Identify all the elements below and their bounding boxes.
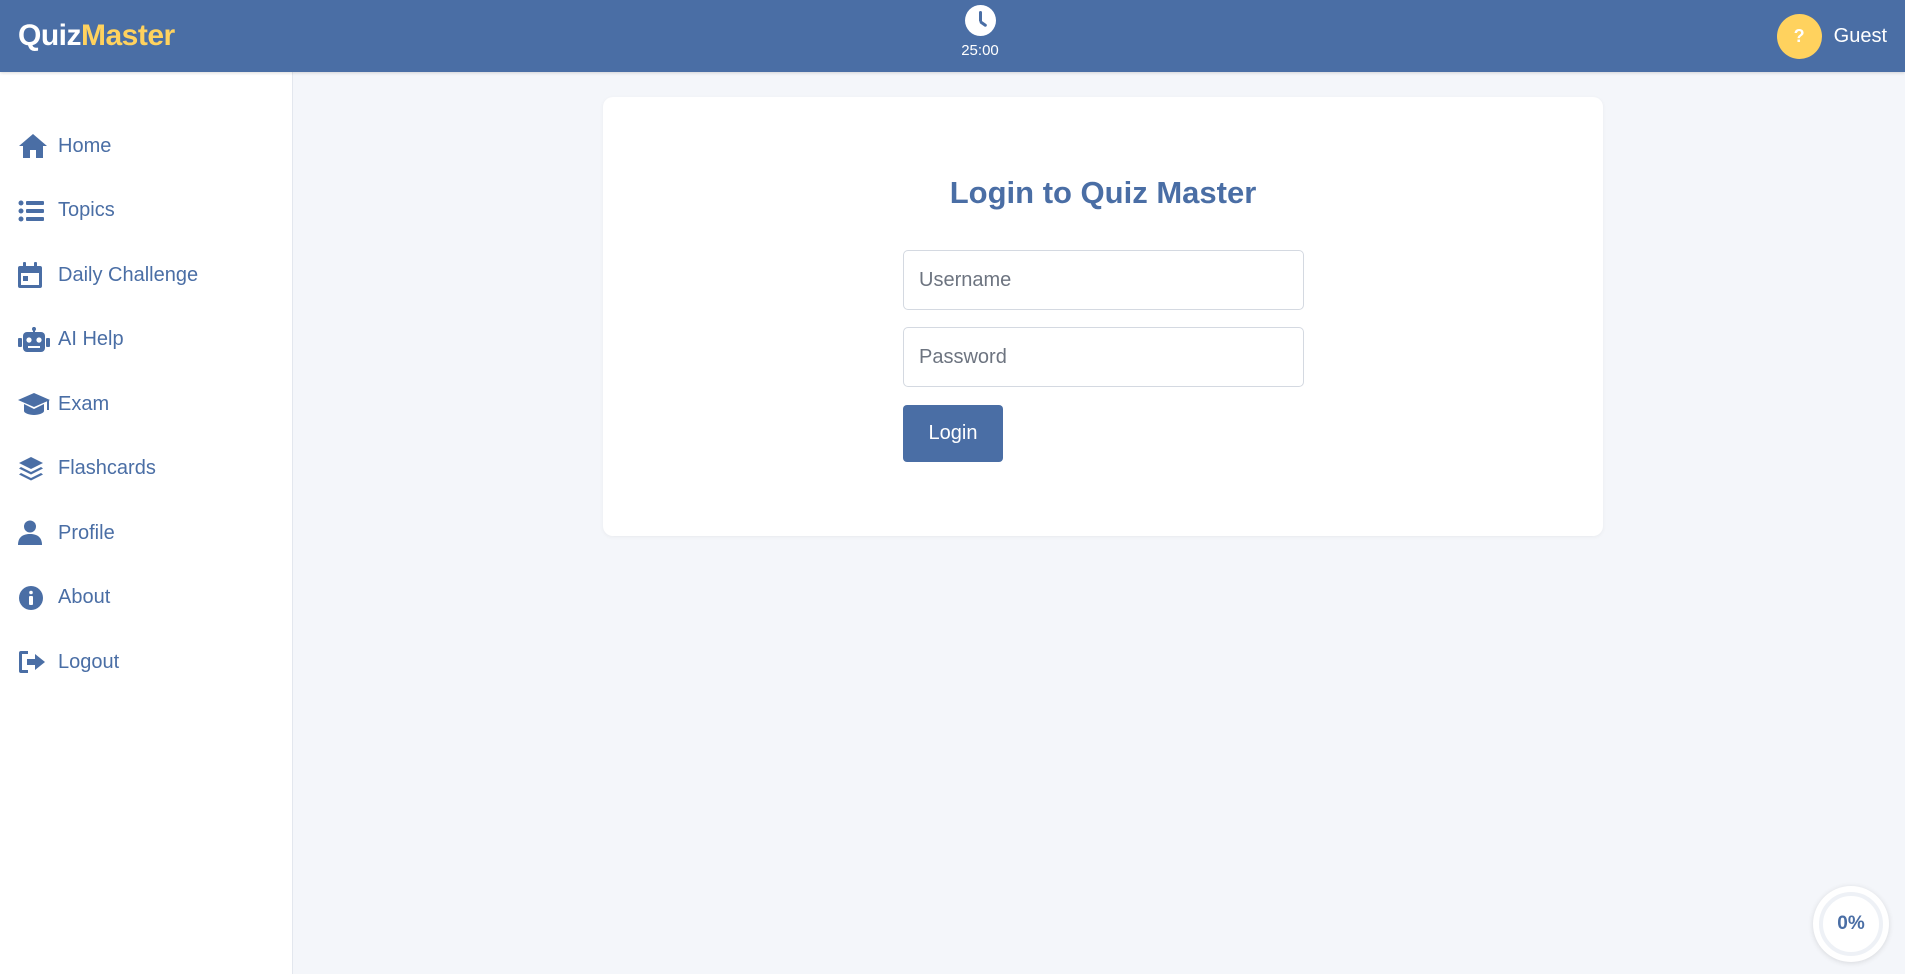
username-label: Guest (1833, 24, 1887, 47)
calendar-icon (18, 261, 52, 289)
sidebar-item-about[interactable]: About (0, 566, 292, 631)
sidebar-item-daily-challenge[interactable]: Daily Challenge (0, 243, 292, 308)
user-menu[interactable]: ? Guest (1776, 13, 1887, 59)
sidebar-item-label: About (58, 586, 111, 609)
sidebar-item-label: Topics (58, 199, 115, 222)
sidebar-item-exam[interactable]: Exam (0, 372, 292, 437)
clock-icon (964, 5, 996, 36)
sidebar-item-label: Exam (58, 392, 110, 415)
home-icon (18, 132, 52, 160)
top-bar: QuizMaster 25:00 ? Guest (0, 0, 1905, 72)
sidebar-item-profile[interactable]: Profile (0, 501, 292, 566)
login-button[interactable]: Login (903, 405, 1003, 462)
quiz-timer: 25:00 (948, 0, 1012, 72)
logo-text-quiz: Quiz (18, 19, 82, 52)
username-input[interactable] (903, 250, 1304, 310)
progress-label: 0% (1837, 913, 1865, 934)
app-logo[interactable]: QuizMaster (18, 19, 175, 53)
timer-value: 25:00 (961, 42, 999, 59)
sidebar-item-label: Profile (58, 521, 115, 544)
login-title: Login to Quiz Master (949, 175, 1257, 210)
sidebar-item-label: AI Help (58, 328, 124, 351)
progress-indicator[interactable]: 0% (1813, 886, 1889, 962)
sidebar-item-label: Home (58, 134, 112, 157)
layers-icon (18, 455, 52, 483)
sidebar-item-label: Flashcards (58, 457, 156, 480)
graduation-cap-icon (18, 390, 52, 418)
sidebar-item-flashcards[interactable]: Flashcards (0, 437, 292, 502)
user-icon (18, 519, 52, 547)
sidebar-item-home[interactable]: Home (0, 114, 292, 179)
login-card: Login to Quiz Master Login (603, 97, 1603, 536)
sidebar-item-label: Daily Challenge (58, 263, 199, 286)
logout-icon (18, 648, 52, 676)
sidebar-item-ai-help[interactable]: AI Help (0, 308, 292, 373)
sidebar-item-label: Logout (58, 650, 120, 673)
robot-icon (18, 326, 52, 354)
list-icon (18, 197, 52, 225)
info-icon (18, 584, 52, 612)
logo-text-master: Master (81, 19, 175, 52)
sidebar-item-topics[interactable]: Topics (0, 179, 292, 244)
sidebar: Home Topics Daily Challenge AI Help Exam… (0, 72, 293, 974)
sidebar-item-logout[interactable]: Logout (0, 630, 292, 695)
avatar[interactable]: ? (1776, 13, 1822, 59)
password-input[interactable] (903, 327, 1304, 387)
